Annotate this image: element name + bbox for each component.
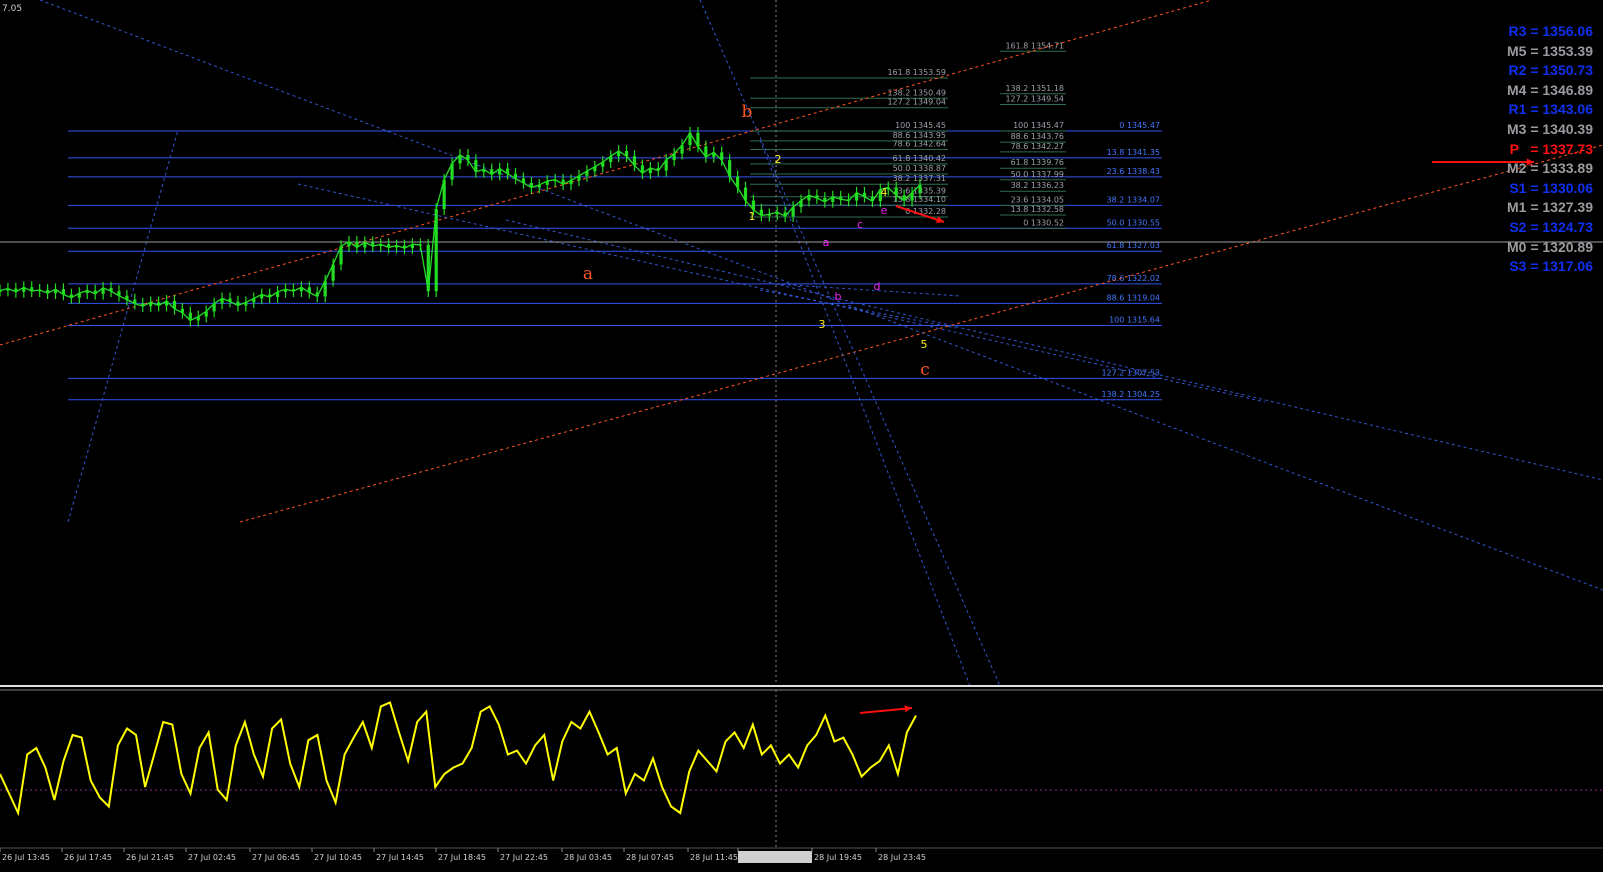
- time-tick-label: 28 Jul 23:45: [878, 853, 926, 862]
- fib-mid-group: 161.8 1354.71 138.2 1351.18127.2 1349.54 1…: [1000, 41, 1066, 229]
- fib-mid-label: 61.8 1339.76: [1011, 158, 1064, 167]
- wave-labels-group: b a c 1 2 3 4 5 a b c d e: [583, 102, 930, 380]
- time-tick-label: 27 Jul 14:45: [376, 853, 424, 862]
- trend-line: [505, 219, 1603, 481]
- time-tick-label: 28 Jul 03:45: [564, 853, 612, 862]
- wave-label: c: [857, 218, 863, 231]
- fib-mid-label: 38.2 1336.23: [1011, 181, 1064, 190]
- fib-small-label: 13.8 1334.10: [893, 195, 946, 204]
- fib-mid-label: 161.8 1354.71: [1005, 41, 1064, 50]
- fib-large-label: 88.6 1319.04: [1107, 293, 1160, 302]
- fib-large-group: 0 1345.47 13.8 1341.35 23.6 1338.43 38.2 13…: [68, 121, 1162, 401]
- pivot-level: R1 = 1343.06: [1508, 101, 1593, 118]
- time-tick-label: 26 Jul 17:45: [64, 853, 112, 862]
- pivot-level: M1 = 1327.39: [1506, 199, 1593, 216]
- fib-large-label: 13.8 1341.35: [1107, 148, 1160, 157]
- fib-small-label: 78.6 1342.64: [893, 139, 946, 148]
- fib-mid-label: 13.8 1332.58: [1011, 205, 1064, 214]
- price-chart: 0 1345.47 13.8 1341.35 23.6 1338.43 38.2 13…: [0, 0, 1603, 868]
- wave-label: 4: [881, 186, 888, 199]
- oscillator-line: [0, 701, 917, 817]
- fib-mid-label: 0 1330.52: [1023, 218, 1064, 227]
- wave-label: 1: [749, 210, 756, 223]
- time-tick-label: 27 Jul 02:45: [188, 853, 236, 862]
- trend-line: [67, 129, 179, 523]
- fib-small-label: 61.8 1340.42: [893, 154, 946, 163]
- time-tick-label: 27 Jul 22:45: [500, 853, 548, 862]
- pivot-level: P = 1337.73: [1509, 140, 1593, 157]
- fib-large-label: 50.0 1330.55: [1107, 218, 1160, 227]
- crosshair-time-label: 2016.07.28 17:15: [741, 853, 812, 862]
- fib-small-label: 100 1345.45: [895, 121, 946, 130]
- wave-label: b: [742, 102, 753, 122]
- fib-mid-label: 127.2 1349.54: [1005, 94, 1064, 103]
- fib-large-label: 61.8 1327.03: [1107, 241, 1160, 250]
- pivot-level: M3 = 1340.39: [1506, 120, 1593, 137]
- pivot-level: M5 = 1353.39: [1506, 42, 1593, 59]
- time-axis-group: 26 Jul 13:45 26 Jul 17:45 26 Jul 21:45 27 J…: [0, 847, 1603, 863]
- time-tick-label: 26 Jul 13:45: [2, 853, 50, 862]
- fib-mid-label: 50.0 1337.99: [1011, 170, 1064, 179]
- pivot-level: M2 = 1333.89: [1506, 160, 1593, 177]
- pivot-level: S2 = 1324.73: [1509, 218, 1593, 235]
- wave-label: 3: [819, 318, 826, 331]
- wave-label: a: [583, 264, 593, 284]
- fib-mid-label: 100 1345.47: [1013, 121, 1064, 130]
- corner-label: 7.05: [2, 4, 23, 14]
- pivot-level: M4 = 1346.89: [1506, 81, 1593, 98]
- red-arrow: [859, 707, 913, 714]
- wave-label: 2: [775, 153, 782, 166]
- oscillator-group: [0, 685, 1603, 817]
- fib-small-label: 127.2 1349.04: [887, 98, 946, 107]
- wave-label: a: [823, 236, 830, 249]
- pivot-level: S3 = 1317.06: [1509, 258, 1593, 275]
- trend-line: [775, 283, 961, 297]
- time-tick-label: 28 Jul 07:45: [626, 853, 674, 862]
- fib-mid-label: 138.2 1351.18: [1005, 84, 1064, 93]
- time-tick-label: 27 Jul 10:45: [314, 853, 362, 862]
- fib-small-label: 50.0 1338.87: [893, 164, 946, 173]
- wave-label: d: [874, 280, 881, 293]
- fib-large-label: 100 1315.64: [1109, 315, 1160, 324]
- fib-large-label: 127.2 1307.53: [1101, 368, 1160, 377]
- fib-large-label: 38.2 1334.07: [1107, 195, 1160, 204]
- time-tick-label: 28 Jul 11:45: [690, 853, 738, 862]
- fib-mid-label: 23.6 1334.05: [1011, 195, 1064, 204]
- time-tick-label: 26 Jul 21:45: [126, 853, 174, 862]
- time-tick-label: 27 Jul 18:45: [438, 853, 486, 862]
- time-tick-label: 28 Jul 19:45: [814, 853, 862, 862]
- chart-canvas: 0 1345.47 13.8 1341.35 23.6 1338.43 38.2 13…: [0, 0, 1603, 863]
- time-tick-label: 27 Jul 06:45: [252, 853, 300, 862]
- fib-small-label: 161.8 1353.59: [887, 68, 946, 77]
- trend-line: [759, 289, 957, 329]
- fib-mid-label: 88.6 1343.76: [1011, 132, 1064, 141]
- pivot-level: M0 = 1320.89: [1506, 238, 1593, 255]
- candles-group: [0, 126, 922, 327]
- wave-label: 5: [921, 338, 928, 351]
- fib-large-label: 0 1345.47: [1119, 121, 1160, 130]
- fib-large-label: 138.2 1304.25: [1101, 390, 1160, 399]
- fib-mid-label: 78.6 1342.27: [1011, 142, 1064, 151]
- wave-label: c: [920, 360, 930, 380]
- trend-lines-group: [0, 0, 1603, 848]
- fib-large-label: 23.6 1338.43: [1107, 167, 1160, 176]
- pivot-level: R3 = 1356.06: [1508, 23, 1593, 39]
- fib-small-label: 38.2 1337.31: [893, 174, 946, 183]
- pivot-level: R2 = 1350.73: [1508, 62, 1593, 79]
- pivot-level: S1 = 1330.06: [1509, 179, 1593, 196]
- wave-label: b: [835, 290, 842, 303]
- pivot-levels-panel: R3 = 1356.06 M5 = 1353.39 R2 = 1350.73 M4 =…: [1458, 22, 1593, 277]
- wave-label: e: [881, 204, 888, 217]
